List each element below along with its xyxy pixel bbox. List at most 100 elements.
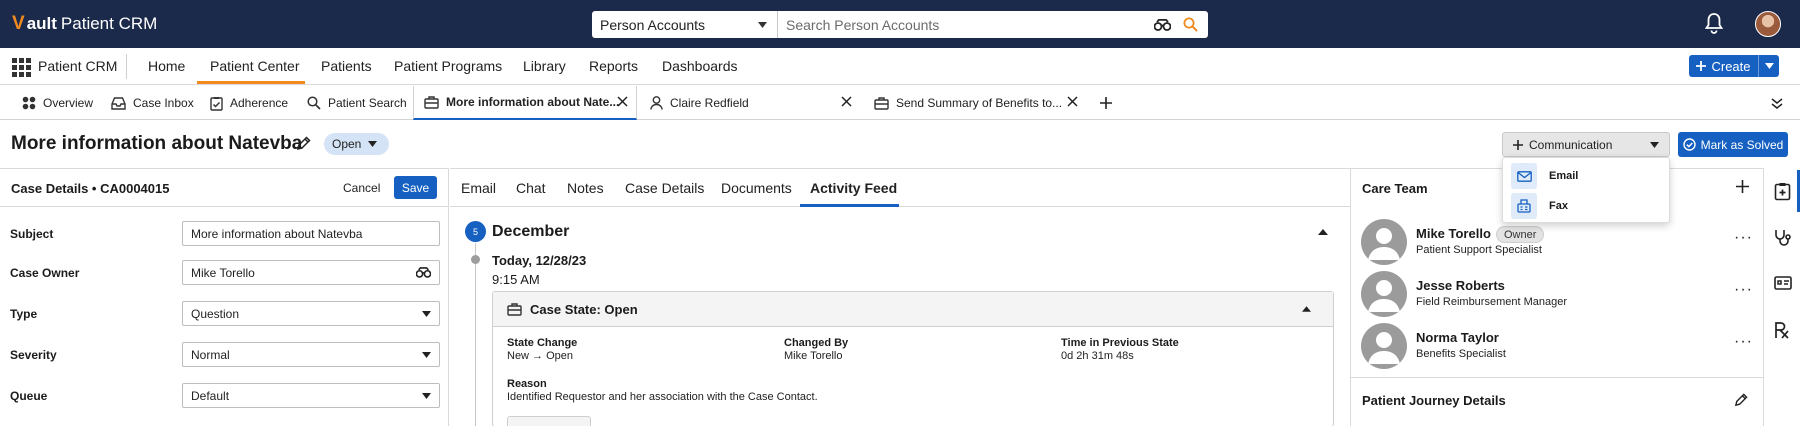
utility-rail <box>1763 168 1800 426</box>
member-name[interactable]: Mike Torello <box>1416 226 1491 241</box>
subtab-label: Send Summary of Benefits to... <box>896 96 1063 110</box>
subject-field[interactable]: More information about Natevba <box>182 221 440 246</box>
nav-tab-patients[interactable]: Patients <box>321 58 372 74</box>
id-card-icon[interactable] <box>1774 276 1792 290</box>
logo-brand: ault <box>26 14 57 33</box>
more-actions-icon[interactable]: ··· <box>1734 229 1753 247</box>
member-name[interactable]: Norma Taylor <box>1416 330 1499 345</box>
nav-tab-reports[interactable]: Reports <box>589 58 638 74</box>
subtab-patient-search[interactable]: Patient Search <box>307 86 407 120</box>
vault-logo[interactable]: V ault Patient CRM <box>12 13 157 35</box>
create-menu-toggle[interactable] <box>1759 63 1779 69</box>
menu-item-fax[interactable]: Fax <box>1511 193 1568 219</box>
logo-mark: V <box>12 13 25 34</box>
nav-tab-home[interactable]: Home <box>148 58 185 74</box>
caret-down-icon <box>758 21 767 28</box>
main-nav: Patient CRM Home Patient Center Patients… <box>0 48 1800 85</box>
overview-icon <box>22 96 36 110</box>
more-actions-icon[interactable]: ··· <box>1734 281 1753 299</box>
case-state-title: Case State: Open <box>530 301 638 317</box>
month-heading: December <box>492 223 570 240</box>
tab-case-details[interactable]: Case Details <box>625 180 704 196</box>
communication-button[interactable]: Communication <box>1502 132 1670 157</box>
plus-icon <box>1696 61 1707 71</box>
case-state-card-header[interactable]: Case State: Open <box>493 292 1333 327</box>
case-owner-field[interactable]: Mike Torello <box>182 260 440 285</box>
app-launcher-icon[interactable] <box>12 58 31 77</box>
subject-label: Subject <box>10 227 54 241</box>
card-action-button[interactable] <box>507 416 591 426</box>
more-actions-icon[interactable]: ··· <box>1734 333 1753 351</box>
mark-as-solved-button[interactable]: Mark as Solved <box>1678 132 1788 157</box>
app-name: Patient CRM <box>38 58 118 74</box>
close-tab-icon[interactable] <box>841 96 852 107</box>
tab-email[interactable]: Email <box>461 180 496 196</box>
edit-title-pencil-icon[interactable] <box>296 136 311 151</box>
member-name[interactable]: Jesse Roberts <box>1416 278 1505 293</box>
queue-value: Default <box>191 388 230 403</box>
create-button[interactable]: Create <box>1689 55 1779 77</box>
prescription-rx-icon[interactable] <box>1774 321 1790 339</box>
clipboard-plus-icon[interactable] <box>1774 182 1791 201</box>
briefcase-icon <box>507 302 522 316</box>
subtab-label: Adherence <box>230 96 289 110</box>
add-member-plus-icon[interactable] <box>1736 180 1749 193</box>
severity-value: Normal <box>191 347 230 362</box>
tab-chat[interactable]: Chat <box>516 180 546 196</box>
workspace-tabs: Overview Case Inbox Adherence Patient Se… <box>0 86 1800 120</box>
caret-down-icon <box>422 310 431 317</box>
search-scope-select[interactable]: Person Accounts <box>592 11 778 38</box>
avatar <box>1361 323 1407 369</box>
collapse-caret-icon[interactable] <box>1318 229 1328 235</box>
queue-select[interactable]: Default <box>182 383 440 408</box>
add-tab-icon[interactable] <box>1100 97 1112 109</box>
nav-tab-patient-center[interactable]: Patient Center <box>210 58 300 80</box>
time-in-previous-state-label: Time in Previous State <box>1061 337 1179 349</box>
subtab-send-summary[interactable]: Send Summary of Benefits to... <box>874 86 1086 120</box>
member-role: Field Reimbursement Manager <box>1416 296 1568 308</box>
menu-item-email[interactable]: Email <box>1511 163 1578 189</box>
binoculars-icon[interactable] <box>416 267 431 278</box>
severity-select[interactable]: Normal <box>182 342 440 367</box>
search-icon[interactable] <box>1183 17 1198 32</box>
tab-documents[interactable]: Documents <box>721 180 792 196</box>
search-input[interactable] <box>778 12 1154 37</box>
care-team-title: Care Team <box>1362 181 1428 196</box>
member-role: Patient Support Specialist <box>1416 244 1542 256</box>
menu-item-label: Email <box>1549 170 1579 182</box>
queue-label: Queue <box>10 389 48 403</box>
type-select[interactable]: Question <box>182 301 440 326</box>
edit-pencil-icon[interactable] <box>1734 393 1748 407</box>
tab-notes[interactable]: Notes <box>567 180 604 196</box>
tabs-overflow-icon[interactable] <box>1771 98 1783 109</box>
case-details-header: Case Details • CA0004015 Cancel Save <box>0 169 449 207</box>
subtab-case-inbox[interactable]: Case Inbox <box>111 86 194 120</box>
mail-icon <box>1516 170 1532 182</box>
status-badge[interactable]: Open <box>324 133 390 155</box>
stethoscope-icon[interactable] <box>1774 229 1792 247</box>
subtab-overview[interactable]: Overview <box>22 86 93 120</box>
binoculars-icon[interactable] <box>1154 18 1171 31</box>
collapse-caret-icon[interactable] <box>1302 306 1311 312</box>
nav-tab-library[interactable]: Library <box>523 58 566 74</box>
active-nav-indicator <box>197 81 305 84</box>
nav-tab-dashboards[interactable]: Dashboards <box>662 58 738 74</box>
subtab-adherence[interactable]: Adherence <box>210 86 288 120</box>
subtab-more-information[interactable]: More information about Nate... <box>413 86 637 120</box>
close-tab-icon[interactable] <box>1067 96 1078 107</box>
communication-menu: Email Fax <box>1502 157 1670 223</box>
user-avatar[interactable] <box>1755 11 1781 37</box>
nav-tab-patient-programs[interactable]: Patient Programs <box>394 58 502 74</box>
logo-product: Patient CRM <box>60 14 158 33</box>
subtab-claire-redfield[interactable]: Claire Redfield <box>650 86 860 120</box>
changed-by-label: Changed By <box>784 337 849 349</box>
person-placeholder-icon <box>1368 280 1400 312</box>
tab-activity-feed[interactable]: Activity Feed <box>810 180 897 196</box>
state-change-value: New → Open <box>507 350 574 362</box>
cancel-button[interactable]: Cancel <box>343 181 380 195</box>
save-button[interactable]: Save <box>394 176 437 199</box>
close-tab-icon[interactable] <box>617 96 628 107</box>
subject-value: More information about Natevba <box>191 226 363 241</box>
changed-by-value: Mike Torello <box>784 350 843 362</box>
notifications-bell-icon[interactable] <box>1704 12 1724 34</box>
